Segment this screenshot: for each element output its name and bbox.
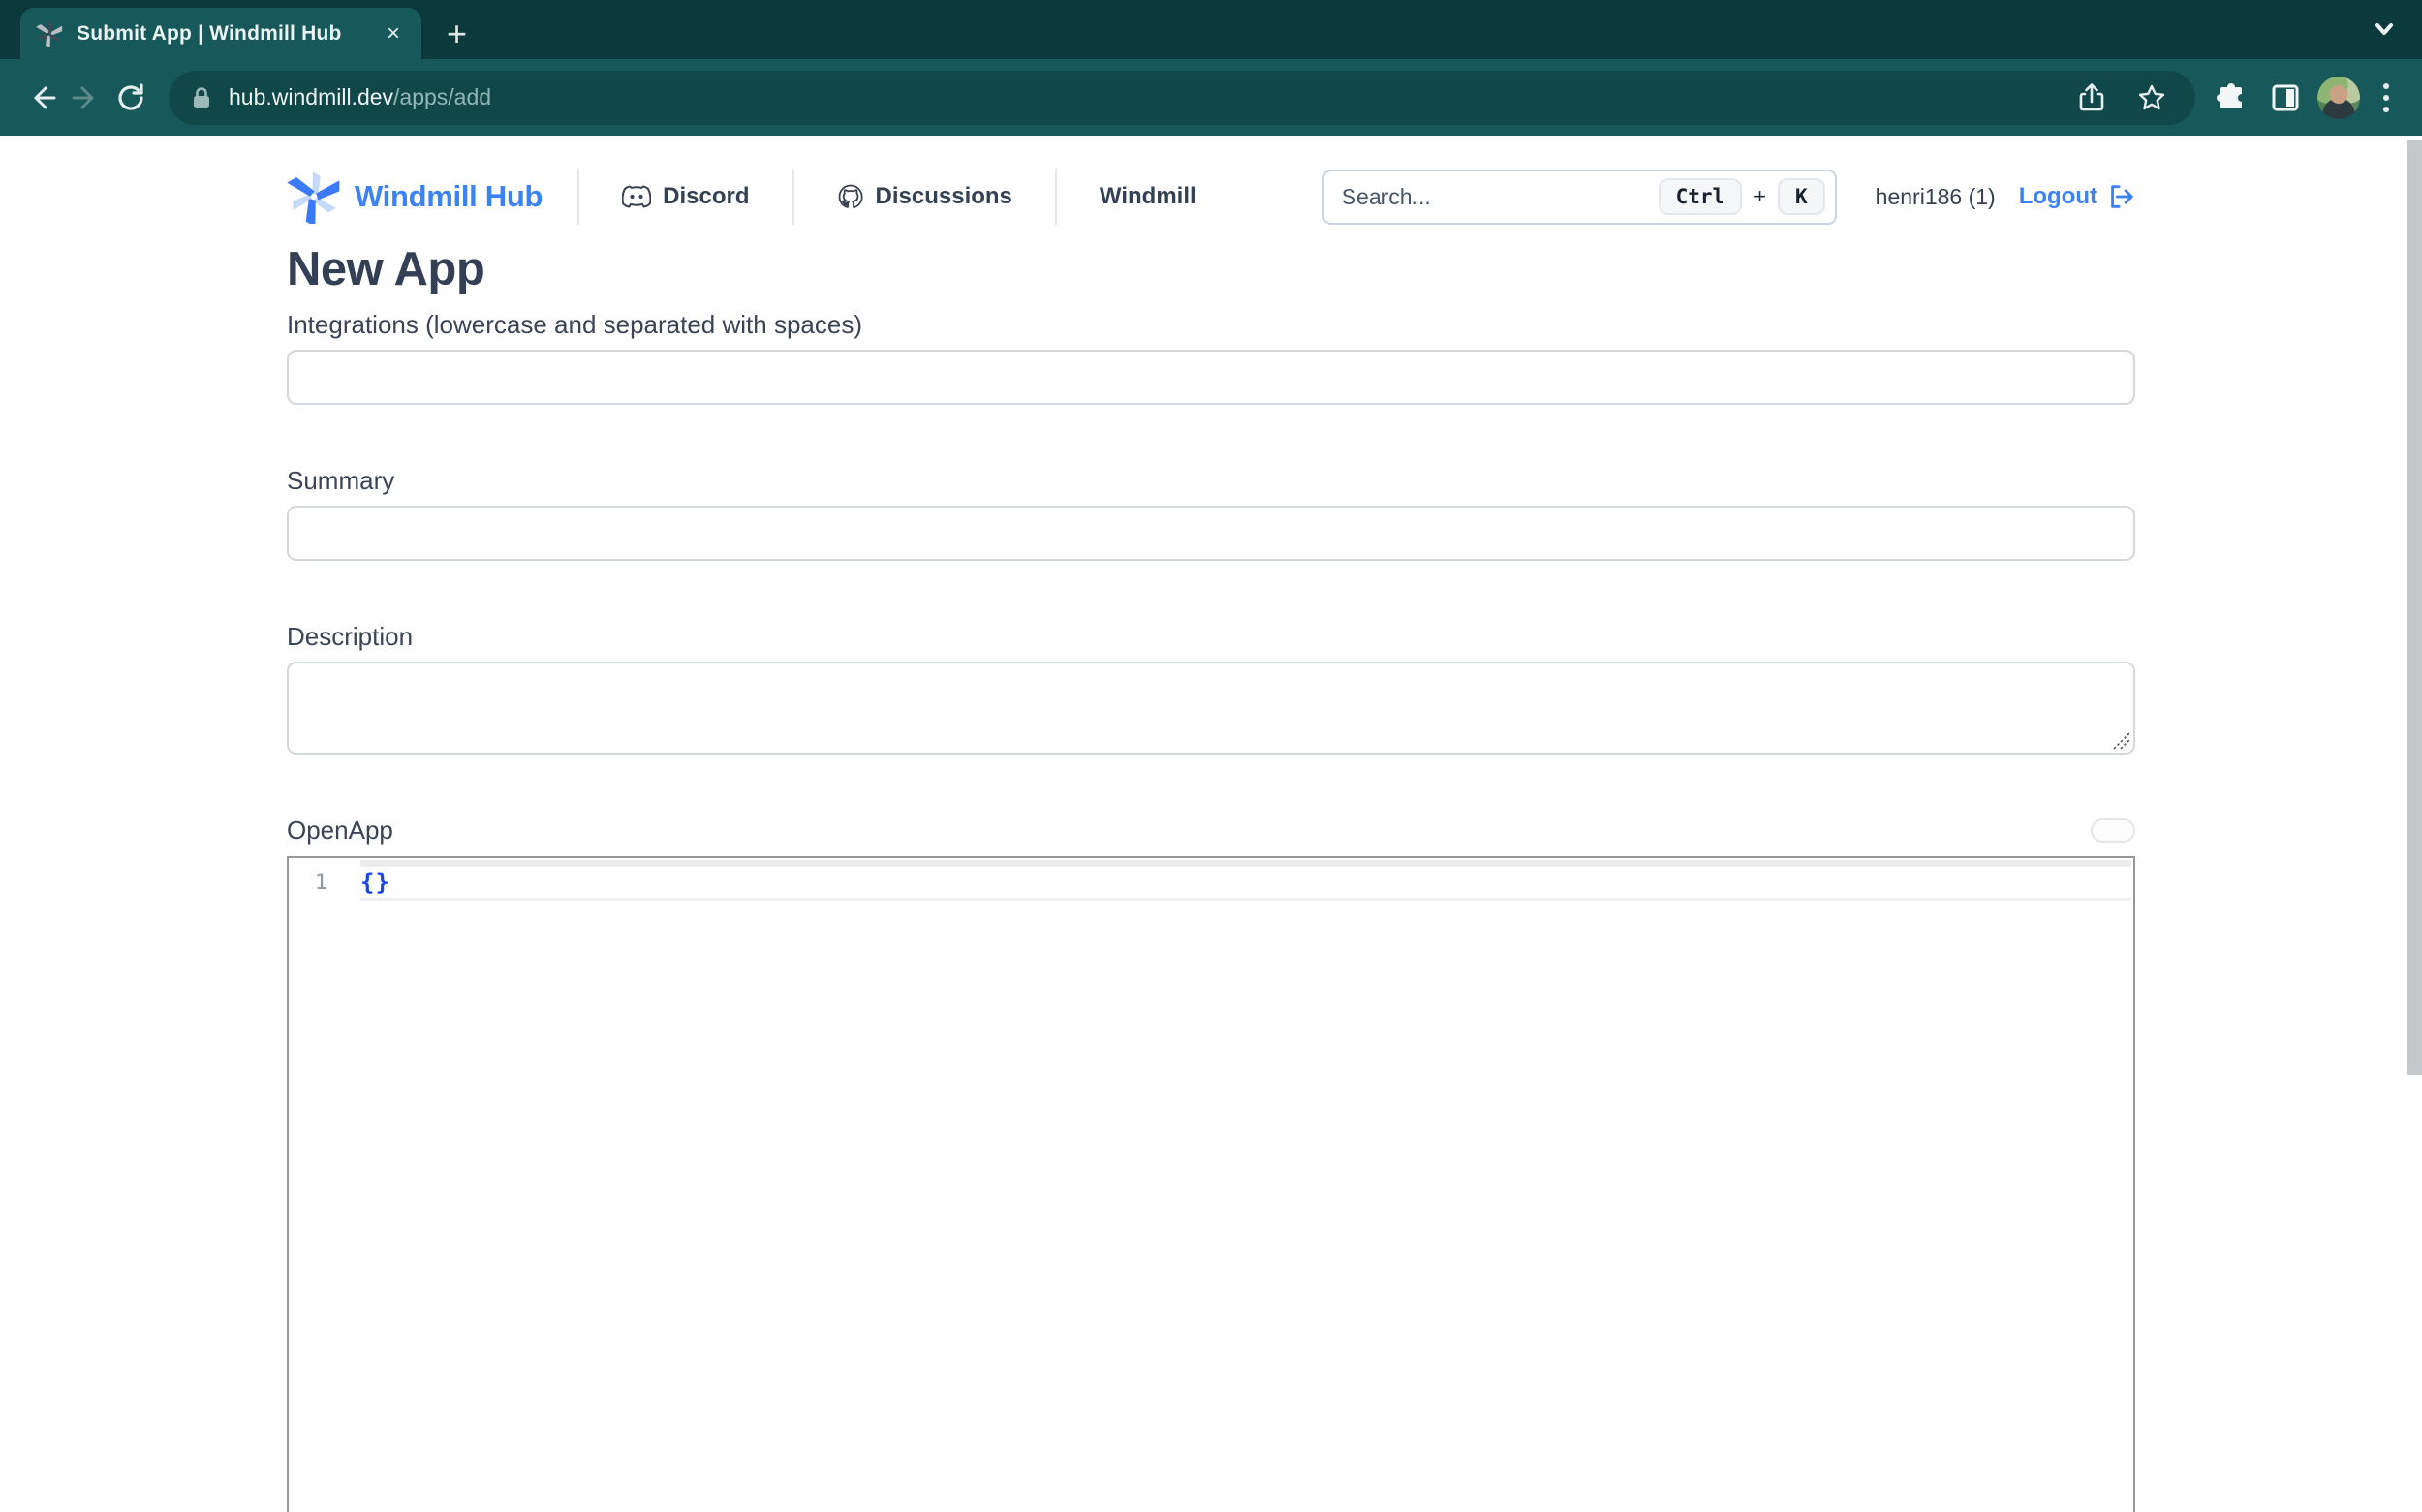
side-panel-icon[interactable]: [2263, 76, 2308, 120]
site-header: Windmill Hub Discord Discussions Windmil: [287, 166, 2135, 228]
browser-tab-bar: Submit App | Windmill Hub × +: [0, 0, 2422, 59]
lock-icon: [190, 85, 213, 110]
brand-title: Windmill Hub: [355, 179, 543, 214]
kbd-separator: +: [1754, 184, 1766, 209]
tab-title: Submit App | Windmill Hub: [77, 22, 367, 46]
nav-label: Windmill: [1100, 183, 1196, 210]
scrollbar-thumb[interactable]: [2407, 140, 2422, 1075]
openapp-code-editor[interactable]: 1 {}: [287, 856, 2135, 1512]
integrations-label: Integrations (lowercase and separated wi…: [287, 310, 2135, 340]
nav-label: Discord: [663, 183, 749, 210]
tab-close-icon[interactable]: ×: [381, 20, 406, 47]
nav-link-discord[interactable]: Discord: [577, 169, 792, 225]
description-label: Description: [287, 622, 2135, 652]
new-tab-button[interactable]: +: [447, 16, 467, 51]
code-text: {}: [360, 869, 390, 896]
profile-avatar[interactable]: [2317, 77, 2360, 119]
search-input[interactable]: [1342, 184, 1649, 210]
back-button[interactable]: [19, 76, 64, 120]
summary-label: Summary: [287, 466, 2135, 496]
summary-input[interactable]: [287, 506, 2135, 561]
page-title: New App: [287, 242, 2135, 296]
browser-tab[interactable]: Submit App | Windmill Hub ×: [20, 8, 421, 59]
openapp-label: OpenApp: [287, 816, 393, 846]
browser-menu-icon[interactable]: [2370, 83, 2403, 112]
windmill-favicon-icon: [36, 20, 63, 47]
github-icon: [837, 183, 864, 210]
brand-logo[interactable]: Windmill Hub: [287, 170, 543, 224]
bookmark-star-icon[interactable]: [2129, 76, 2174, 120]
extensions-puzzle-icon[interactable]: [2209, 76, 2253, 120]
windmill-logo-icon: [287, 170, 341, 224]
integrations-input[interactable]: [287, 350, 2135, 405]
line-number: 1: [289, 871, 360, 895]
editor-mode-toggle[interactable]: [2091, 818, 2135, 843]
reload-button[interactable]: [109, 76, 153, 120]
main-nav: Discord Discussions Windmill: [577, 169, 1239, 225]
logout-label: Logout: [2019, 183, 2097, 210]
address-bar[interactable]: hub.windmill.dev/apps/add: [169, 71, 2195, 125]
share-icon[interactable]: [2069, 76, 2114, 120]
logout-link[interactable]: Logout: [2019, 182, 2135, 211]
search-box[interactable]: Ctrl + K: [1322, 170, 1837, 225]
code-line[interactable]: 1 {}: [289, 858, 2133, 903]
kbd-k: K: [1778, 178, 1825, 215]
tab-search-chevron-icon[interactable]: [2370, 17, 2399, 41]
url-host: hub.windmill.dev: [229, 84, 393, 109]
url-path: /apps/add: [393, 84, 491, 109]
user-area: henri186 (1) Logout: [1837, 182, 2135, 211]
discord-icon: [622, 185, 651, 208]
browser-toolbar: hub.windmill.dev/apps/add: [0, 59, 2422, 136]
resize-grip-icon[interactable]: [2110, 729, 2131, 751]
page-body: Windmill Hub Discord Discussions Windmil: [0, 136, 2422, 1512]
user-name: henri186 (1): [1876, 184, 1996, 210]
toolbar-actions: [2209, 76, 2403, 120]
description-textarea[interactable]: [287, 662, 2135, 755]
nav-link-discussions[interactable]: Discussions: [792, 169, 1055, 225]
logout-icon: [2106, 182, 2135, 211]
forward-button[interactable]: [64, 76, 109, 120]
kbd-ctrl: Ctrl: [1659, 178, 1743, 215]
nav-link-windmill[interactable]: Windmill: [1055, 169, 1239, 225]
nav-label: Discussions: [876, 183, 1012, 210]
url-text: hub.windmill.dev/apps/add: [229, 84, 2054, 110]
